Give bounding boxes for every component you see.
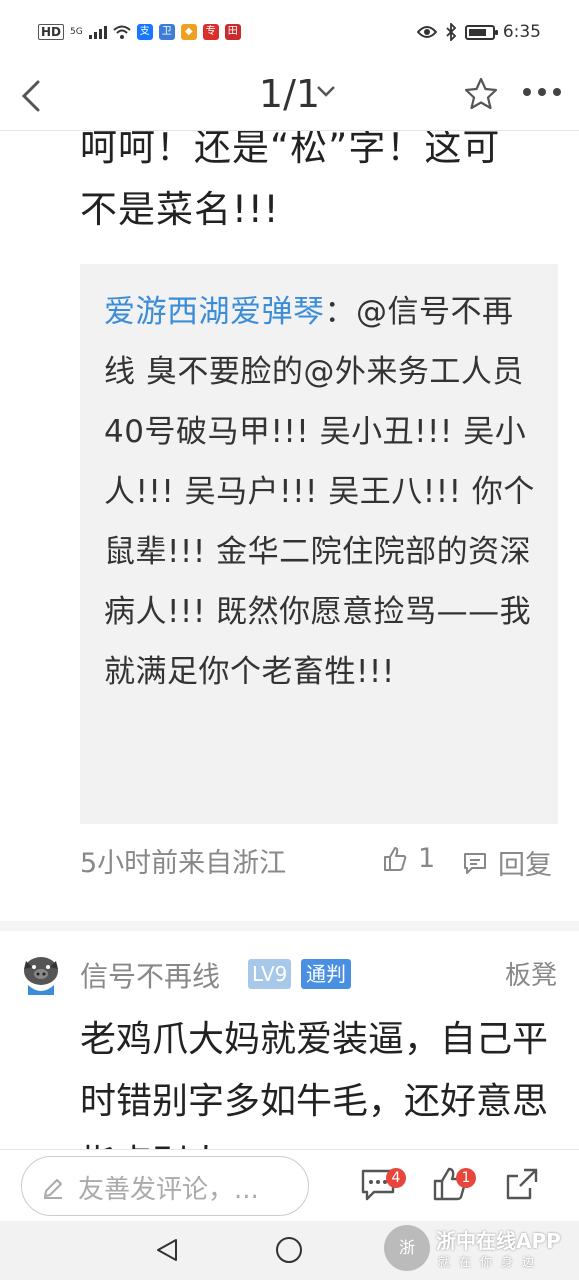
battery-icon <box>464 24 498 40</box>
chevron-down-icon[interactable] <box>316 84 336 98</box>
watermark-title: 浙中在线APP <box>436 1229 561 1253</box>
system-home-icon[interactable] <box>276 1237 302 1263</box>
rank-badge: 通判 <box>301 959 351 989</box>
like-button[interactable]: 1 <box>382 843 435 874</box>
post-text: 呵呵！还是“松”字！这可 不是菜名!!! <box>80 131 550 241</box>
app-notification-icon: 田 <box>224 24 241 40</box>
signal-icon <box>88 25 107 39</box>
system-nav-bar: 浙 浙中在线APP 就在你身边 <box>0 1221 579 1280</box>
app-notification-icon: ◆ <box>180 24 197 40</box>
like-count: 1 <box>418 843 436 874</box>
section-divider <box>0 921 579 931</box>
floor-label: 板凳 <box>504 961 557 991</box>
comment-icon <box>464 852 486 874</box>
comment-input[interactable]: 友善发评论，... <box>21 1156 309 1216</box>
app-notification-icon: 卫 <box>158 24 175 40</box>
wifi-icon <box>113 25 131 39</box>
quote-text: ：@信号不再线 臭不要脸的@外来务工人员 40号破马甲!!! 吴小丑!!! 吴小… <box>104 294 535 690</box>
app-notification-icon: 专 <box>202 24 219 40</box>
share-icon[interactable] <box>504 1166 540 1202</box>
comment-username[interactable]: 信号不再线 <box>80 955 220 995</box>
reply-button[interactable]: 回复 <box>462 843 552 882</box>
status-bar: HD 5G 支 卫 ◆ 专 田 6:35 <box>0 0 579 64</box>
post-detail: 呵呵！还是“松”字！这可 不是菜名!!! 爱游西湖爱弹琴：@信号不再线 臭不要脸… <box>0 131 579 1149</box>
like-badge: 1 <box>456 1168 476 1188</box>
app-notification-icon: 支 <box>136 24 153 40</box>
pencil-icon <box>44 1179 62 1199</box>
top-nav: 1/1 <box>0 64 579 131</box>
avatar[interactable] <box>20 953 62 995</box>
quote-username[interactable]: 爱游西湖爱弹琴 <box>104 294 325 330</box>
comment-input-placeholder: 友善发评论，... <box>78 1175 259 1205</box>
status-left: HD 5G 支 卫 ◆ 专 田 <box>38 24 241 40</box>
eye-icon <box>416 26 437 38</box>
quoted-comment[interactable]: 爱游西湖爱弹琴：@信号不再线 臭不要脸的@外来务工人员 40号破马甲!!! 吴小… <box>80 264 558 824</box>
quote-body: 爱游西湖爱弹琴：@信号不再线 臭不要脸的@外来务工人员 40号破马甲!!! 吴小… <box>104 282 544 702</box>
level-badge: LV9 <box>248 959 292 989</box>
clock: 6:35 <box>502 22 541 42</box>
hd-indicator: HD <box>38 24 65 40</box>
network-type: 5G <box>70 26 83 37</box>
more-horizontal-icon[interactable] <box>522 86 562 98</box>
comment-bar: 友善发评论，... 4 1 <box>0 1149 579 1222</box>
bluetooth-icon <box>446 23 457 41</box>
thumbs-up-icon <box>384 846 407 871</box>
watermark-logo: 浙 <box>384 1225 430 1271</box>
post-text-line: 不是菜名!!! <box>80 188 280 231</box>
watermark-subtitle: 就在你身边 <box>438 1255 544 1269</box>
reply-label: 回复 <box>498 850 552 881</box>
comment-badge: 4 <box>386 1168 406 1188</box>
status-right: 6:35 <box>416 22 541 42</box>
post-text-line: 呵呵！还是“松”字！这可 <box>80 131 501 169</box>
star-outline-icon[interactable] <box>463 76 499 112</box>
watermark: 浙 浙中在线APP 就在你身边 <box>384 1223 574 1277</box>
comment-text: 老鸡爪大妈就爱装逼，自己平时错别字多如牛毛，还好意思指点别人 <box>80 1019 549 1149</box>
post-meta: 5小时前来自浙江 1 回复 <box>80 841 558 881</box>
system-back-icon[interactable] <box>154 1237 180 1263</box>
post-time: 5小时前来自浙江 <box>80 848 287 879</box>
